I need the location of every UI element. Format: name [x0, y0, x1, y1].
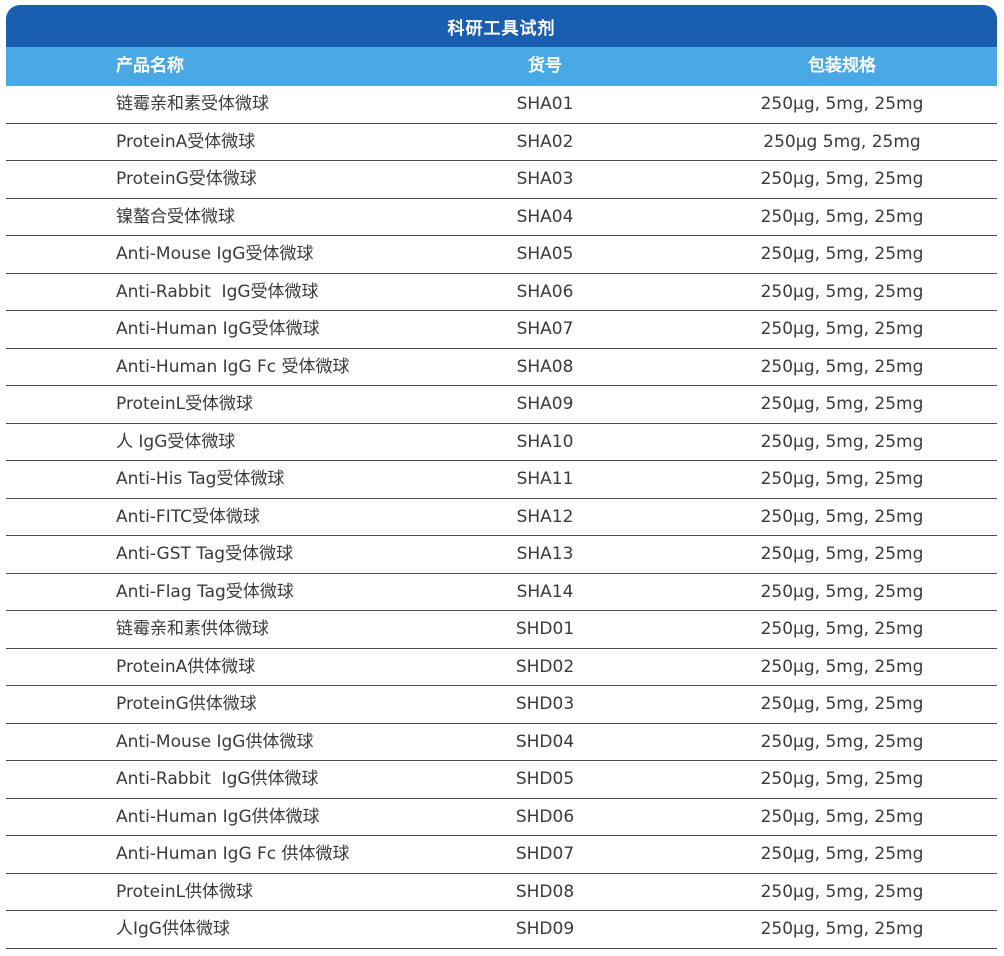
table-row: ProteinL供体微球 SHD08 250μg, 5mg, 25mg: [6, 874, 997, 911]
cell-package-spec: 250μg, 5mg, 25mg: [760, 356, 924, 377]
cell-product-name: 人 IgG受体微球: [116, 431, 236, 452]
cell-item-code: SHA11: [516, 469, 574, 489]
cell-item-code: SHD07: [515, 844, 575, 864]
cell-product-name: Anti-His Tag受体微球: [116, 469, 285, 489]
table-row: Anti-Human IgG供体微球 SHD06 250μg, 5mg, 25mg: [6, 799, 997, 836]
table-row: 人IgG供体微球 SHD09 250μg, 5mg, 25mg: [6, 911, 997, 949]
cell-item-code: SHA13: [516, 544, 574, 564]
cell-package-spec: 250μg, 5mg, 25mg: [760, 919, 924, 939]
table-row: Anti-FITC受体微球 SHA12 250μg, 5mg, 25mg: [6, 499, 997, 536]
cell-item-code: SHD08: [515, 881, 575, 902]
cell-product-name: 链霉亲和素供体微球: [116, 619, 269, 639]
table-row: ProteinG受体微球 SHA03 250μg, 5mg, 25mg: [6, 161, 997, 199]
cell-product-name: Anti-Human IgG供体微球: [116, 806, 320, 827]
cell-package-spec: 250μg 5mg, 25mg: [763, 131, 921, 152]
cell-item-code: SHA02: [516, 131, 574, 152]
cell-package-spec: 250μg, 5mg, 25mg: [760, 619, 924, 639]
cell-package-spec: 250μg, 5mg, 25mg: [760, 94, 924, 114]
cell-product-name: 链霉亲和素受体微球: [116, 94, 269, 114]
table-row: Anti-His Tag受体微球 SHA11 250μg, 5mg, 25mg: [6, 461, 997, 499]
cell-item-code: SHA06: [516, 281, 574, 302]
table-row: 镍螯合受体微球 SHA04 250μg, 5mg, 25mg: [6, 199, 997, 236]
cell-product-name: ProteinA供体微球: [116, 656, 256, 677]
cell-package-spec: 250μg, 5mg, 25mg: [760, 581, 924, 602]
cell-package-spec: 250μg, 5mg, 25mg: [760, 431, 924, 452]
cell-product-name: Anti-Rabbit IgG受体微球: [116, 281, 319, 302]
cell-item-code: SHA07: [516, 319, 574, 339]
table-row: 链霉亲和素供体微球 SHD01 250μg, 5mg, 25mg: [6, 611, 997, 649]
cell-item-code: SHA04: [516, 206, 574, 227]
cell-package-spec: 250μg, 5mg, 25mg: [760, 469, 924, 489]
cell-item-code: SHA05: [516, 244, 574, 264]
table-title: 科研工具试剂: [6, 5, 997, 47]
cell-package-spec: 250μg, 5mg, 25mg: [760, 169, 924, 189]
cell-package-spec: 250μg, 5mg, 25mg: [760, 506, 924, 527]
cell-product-name: ProteinG供体微球: [116, 694, 257, 714]
cell-package-spec: 250μg, 5mg, 25mg: [760, 244, 924, 264]
cell-item-code: SHA03: [516, 169, 574, 189]
table-row: Anti-Mouse IgG供体微球 SHD04 250μg, 5mg, 25mg: [6, 724, 997, 761]
table-row: Anti-Human IgG Fc 供体微球 SHD07 250μg, 5mg, 2…: [6, 836, 997, 874]
cell-product-name: Anti-FITC受体微球: [116, 506, 260, 527]
cell-product-name: 人IgG供体微球: [116, 919, 230, 939]
header-product-name: 产品名称: [116, 56, 184, 76]
cell-product-name: ProteinA受体微球: [116, 131, 256, 152]
cell-package-spec: 250μg, 5mg, 25mg: [760, 694, 924, 714]
cell-product-name: Anti-Human IgG Fc 供体微球: [116, 844, 350, 864]
cell-item-code: SHD05: [515, 769, 575, 789]
cell-package-spec: 250μg, 5mg, 25mg: [760, 844, 924, 864]
cell-item-code: SHD04: [515, 731, 575, 752]
table-body: 链霉亲和素受体微球 SHA01 250μg, 5mg, 25mg ProteinA受体…: [6, 86, 997, 949]
cell-package-spec: 250μg, 5mg, 25mg: [760, 881, 924, 902]
cell-item-code: SHD02: [515, 656, 575, 677]
cell-item-code: SHA10: [516, 431, 574, 452]
cell-product-name: ProteinL供体微球: [116, 881, 254, 902]
cell-package-spec: 250μg, 5mg, 25mg: [760, 731, 924, 752]
cell-product-name: Anti-Flag Tag受体微球: [116, 581, 294, 602]
cell-package-spec: 250μg, 5mg, 25mg: [760, 806, 924, 827]
cell-product-name: Anti-Mouse IgG受体微球: [116, 244, 314, 264]
table-row: Anti-Rabbit IgG供体微球 SHD05 250μg, 5mg, 25mg: [6, 761, 997, 799]
table-row: Anti-GST Tag受体微球 SHA13 250μg, 5mg, 25mg: [6, 536, 997, 574]
cell-item-code: SHD09: [515, 919, 575, 939]
header-package-spec: 包装规格: [808, 56, 876, 76]
table-row: Anti-Human IgG Fc 受体微球 SHA08 250μg, 5mg, 2…: [6, 349, 997, 386]
table-row: Anti-Human IgG受体微球 SHA07 250μg, 5mg, 25mg: [6, 311, 997, 349]
cell-product-name: Anti-Mouse IgG供体微球: [116, 731, 314, 752]
cell-package-spec: 250μg, 5mg, 25mg: [760, 281, 924, 302]
cell-item-code: SHD06: [515, 806, 575, 827]
cell-product-name: ProteinL受体微球: [116, 394, 254, 414]
table-row: Anti-Rabbit IgG受体微球 SHA06 250μg, 5mg, 25mg: [6, 274, 997, 311]
cell-item-code: SHA01: [516, 94, 574, 114]
table-row: Anti-Mouse IgG受体微球 SHA05 250μg, 5mg, 25mg: [6, 236, 997, 274]
cell-package-spec: 250μg, 5mg, 25mg: [760, 544, 924, 564]
table-row: ProteinA供体微球 SHD02 250μg, 5mg, 25mg: [6, 649, 997, 686]
header-item-code: 货号: [528, 56, 562, 76]
cell-package-spec: 250μg, 5mg, 25mg: [760, 769, 924, 789]
cell-item-code: SHA09: [516, 394, 574, 414]
cell-package-spec: 250μg, 5mg, 25mg: [760, 206, 924, 227]
table-header-row: 产品名称 货号 包装规格: [6, 47, 997, 86]
cell-item-code: SHD01: [515, 619, 575, 639]
cell-item-code: SHA08: [516, 356, 574, 377]
table-row: 链霉亲和素受体微球 SHA01 250μg, 5mg, 25mg: [6, 86, 997, 124]
table-row: Anti-Flag Tag受体微球 SHA14 250μg, 5mg, 25mg: [6, 574, 997, 611]
cell-item-code: SHD03: [515, 694, 575, 714]
cell-package-spec: 250μg, 5mg, 25mg: [760, 656, 924, 677]
cell-product-name: Anti-Rabbit IgG供体微球: [116, 769, 319, 789]
table-row: ProteinG供体微球 SHD03 250μg, 5mg, 25mg: [6, 686, 997, 724]
cell-item-code: SHA12: [516, 506, 574, 527]
cell-package-spec: 250μg, 5mg, 25mg: [760, 319, 924, 339]
table-row: ProteinA受体微球 SHA02 250μg 5mg, 25mg: [6, 124, 997, 161]
cell-package-spec: 250μg, 5mg, 25mg: [760, 394, 924, 414]
product-table: 科研工具试剂 产品名称 货号 包装规格 链霉亲和素受体微球 SHA01 250μg,…: [6, 5, 997, 949]
cell-item-code: SHA14: [516, 581, 574, 602]
table-row: 人 IgG受体微球 SHA10 250μg, 5mg, 25mg: [6, 424, 997, 461]
cell-product-name: ProteinG受体微球: [116, 169, 257, 189]
cell-product-name: 镍螯合受体微球: [116, 206, 235, 227]
cell-product-name: Anti-Human IgG受体微球: [116, 319, 320, 339]
table-row: ProteinL受体微球 SHA09 250μg, 5mg, 25mg: [6, 386, 997, 424]
cell-product-name: Anti-Human IgG Fc 受体微球: [116, 356, 350, 377]
cell-product-name: Anti-GST Tag受体微球: [116, 544, 294, 564]
